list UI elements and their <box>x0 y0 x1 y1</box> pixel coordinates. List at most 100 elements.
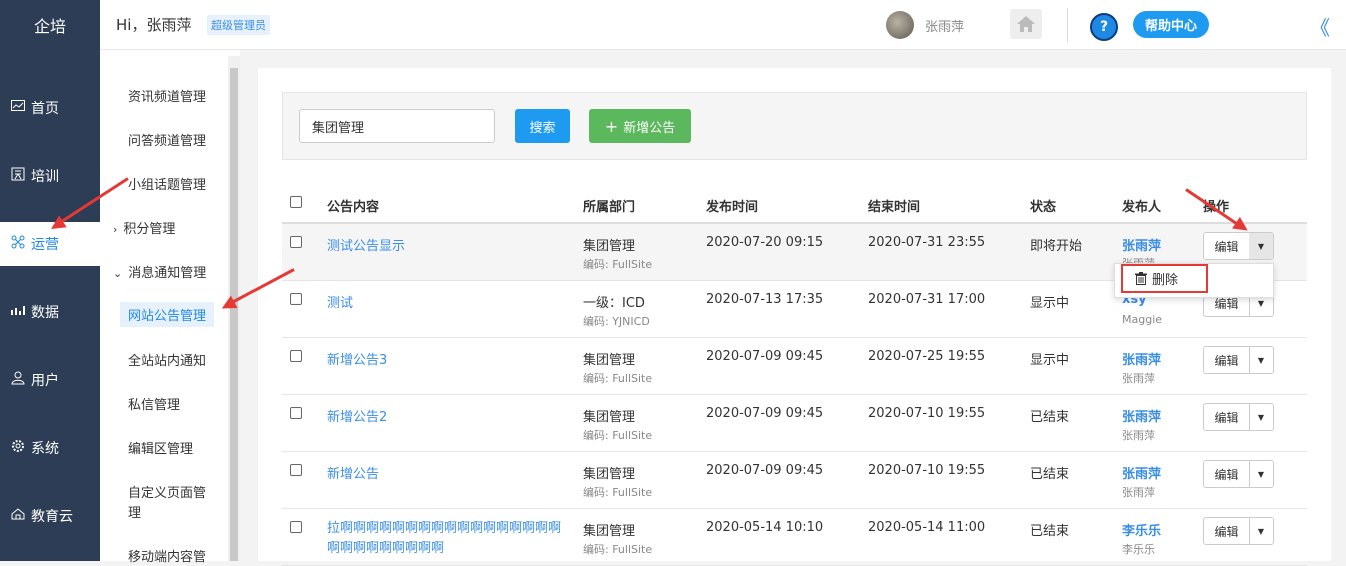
publisher-sub: 张雨萍 <box>1122 486 1155 499</box>
publisher-sub: 张雨萍 <box>1122 429 1155 442</box>
subnav-item-mobile[interactable]: 移动端内容管 <box>128 546 206 565</box>
nav-item-training[interactable]: 培训 <box>0 154 100 198</box>
dept-code-value: FullSite <box>612 429 653 442</box>
publisher-sub: 张雨萍 <box>1122 372 1155 385</box>
row-checkbox[interactable] <box>290 464 302 476</box>
subnav-item-announcements[interactable]: 网站公告管理 <box>120 302 215 327</box>
dept-cell: 集团管理 <box>583 239 636 254</box>
subnav-item-edit-area[interactable]: 编辑区管理 <box>128 438 193 457</box>
dept-code: 编码: FullSite <box>583 427 652 443</box>
nav-item-data[interactable]: 数据 <box>0 290 100 334</box>
chevron-down-icon[interactable]: ▼ <box>1249 404 1273 430</box>
dept-code: 编码: FullSite <box>583 256 652 272</box>
dept-cell: 集团管理 <box>583 410 636 425</box>
top-bar: 企培 Hi，张雨萍 超级管理员 张雨萍 ? 帮助中心 《 <box>0 0 1346 50</box>
brand-logo[interactable]: 企培 <box>0 0 100 50</box>
publisher-sub: Maggie <box>1122 313 1163 326</box>
delete-menu-item[interactable]: 删除 <box>1121 264 1208 293</box>
dept-code: 编码: FullSite <box>583 484 652 500</box>
cloud-icon <box>10 508 26 524</box>
status-cell: 即将开始 <box>1030 239 1083 254</box>
subnav-item-topics[interactable]: 小组话题管理 <box>128 174 206 193</box>
col-header-start: 发布时间 <box>706 200 759 215</box>
nav-item-users[interactable]: 用户 <box>0 358 100 402</box>
subnav-item-messages[interactable]: 私信管理 <box>128 394 180 413</box>
dept-code: 编码: YJNICD <box>583 313 650 329</box>
dept-code-value: FullSite <box>612 486 653 499</box>
announcement-title-link[interactable]: 测试公告显示 <box>327 235 405 254</box>
chevron-down-icon[interactable]: ▼ <box>1249 461 1273 487</box>
row-actions: 编辑 ▼ <box>1203 460 1274 488</box>
nav-label: 用户 <box>31 373 59 389</box>
greeting: Hi，张雨萍 <box>116 16 192 34</box>
subnav-group-points[interactable]: › 积分管理 <box>113 218 175 237</box>
row-checkbox[interactable] <box>290 407 302 419</box>
col-header-publisher: 发布人 <box>1122 200 1162 215</box>
announcement-title-link[interactable]: 新增公告2 <box>327 406 387 425</box>
end-time-cell: 2020-07-10 19:55 <box>868 463 986 478</box>
header-divider <box>1067 8 1068 42</box>
scroll-thumb[interactable] <box>230 68 238 561</box>
search-input[interactable] <box>299 109 495 143</box>
trash-icon <box>1135 272 1147 285</box>
avatar[interactable] <box>886 11 914 39</box>
edit-button[interactable]: 编辑 <box>1204 347 1250 373</box>
row-checkbox[interactable] <box>290 236 302 248</box>
edit-button[interactable]: 编辑 <box>1204 461 1250 487</box>
collapse-icon[interactable]: 《 <box>1310 12 1330 41</box>
subnav-group-notifications[interactable]: ⌄ 消息通知管理 <box>113 262 206 281</box>
select-all-checkbox[interactable] <box>290 196 302 208</box>
dept-code-prefix: 编码: <box>583 429 613 442</box>
user-icon <box>10 371 26 389</box>
dept-code: 编码: FullSite <box>583 541 652 557</box>
dept-cell: 集团管理 <box>583 467 636 482</box>
announcement-title-link[interactable]: 拉啊啊啊啊啊啊啊啊啊啊啊啊啊啊啊啊啊啊啊啊啊啊啊啊啊啊 <box>327 519 567 559</box>
row-checkbox[interactable] <box>290 350 302 362</box>
nav-item-edu-cloud[interactable]: 教育云 <box>0 494 100 538</box>
announcement-title-link[interactable]: 新增公告 <box>327 463 379 482</box>
dept-cell: 一级：ICD <box>583 296 645 311</box>
add-label: 新增公告 <box>623 120 676 136</box>
publisher-link[interactable]: 张雨萍 <box>1122 235 1161 254</box>
help-center-button[interactable]: 帮助中心 <box>1133 11 1210 38</box>
start-time-cell: 2020-07-13 17:35 <box>706 292 824 307</box>
status-cell: 显示中 <box>1030 353 1070 368</box>
announcement-title-link[interactable]: 新增公告3 <box>327 349 387 368</box>
chevron-down-icon[interactable]: ▼ <box>1249 233 1273 259</box>
nav-label: 运营 <box>31 237 59 253</box>
publisher-sub: 李乐乐 <box>1122 543 1155 556</box>
publisher-link[interactable]: 张雨萍 <box>1122 349 1161 368</box>
status-cell: 已结束 <box>1030 410 1070 425</box>
row-checkbox[interactable] <box>290 293 302 305</box>
edit-button[interactable]: 编辑 <box>1204 518 1250 544</box>
publisher-link[interactable]: 张雨萍 <box>1122 406 1161 425</box>
row-checkbox[interactable] <box>290 521 302 533</box>
header-user-name[interactable]: 张雨萍 <box>925 16 964 35</box>
delete-label: 删除 <box>1152 273 1179 288</box>
add-announcement-button[interactable]: + 新增公告 <box>589 109 691 143</box>
data-icon <box>10 304 26 320</box>
start-time-cell: 2020-07-09 09:45 <box>706 349 824 364</box>
dept-cell: 集团管理 <box>583 524 636 539</box>
chart-icon <box>10 100 26 116</box>
edit-button[interactable]: 编辑 <box>1204 404 1250 430</box>
publisher-link[interactable]: 张雨萍 <box>1122 463 1161 482</box>
search-button[interactable]: 搜索 <box>515 109 570 143</box>
dept-code: 编码: FullSite <box>583 370 652 386</box>
subnav-item-site-notice[interactable]: 全站站内通知 <box>128 350 206 369</box>
subnav-item-news[interactable]: 资讯频道管理 <box>128 86 206 105</box>
subnav-item-qa[interactable]: 问答频道管理 <box>128 130 206 149</box>
home-button[interactable] <box>1010 9 1042 39</box>
chevron-down-icon[interactable]: ▼ <box>1249 347 1273 373</box>
nav-item-system[interactable]: 系统 <box>0 426 100 470</box>
help-icon[interactable]: ? <box>1090 13 1118 41</box>
nav-item-home[interactable]: 首页 <box>0 86 100 130</box>
publisher-link[interactable]: 李乐乐 <box>1122 520 1161 539</box>
col-header-dept: 所属部门 <box>583 200 636 215</box>
announcement-title-link[interactable]: 测试 <box>327 292 353 311</box>
chevron-down-icon[interactable]: ▼ <box>1249 518 1273 544</box>
subnav-item-custom-page[interactable]: 自定义页面管 <box>128 482 206 501</box>
edit-button[interactable]: 编辑 <box>1204 233 1250 259</box>
dept-code-value: FullSite <box>612 372 653 385</box>
dept-code-prefix: 编码: <box>583 543 613 556</box>
